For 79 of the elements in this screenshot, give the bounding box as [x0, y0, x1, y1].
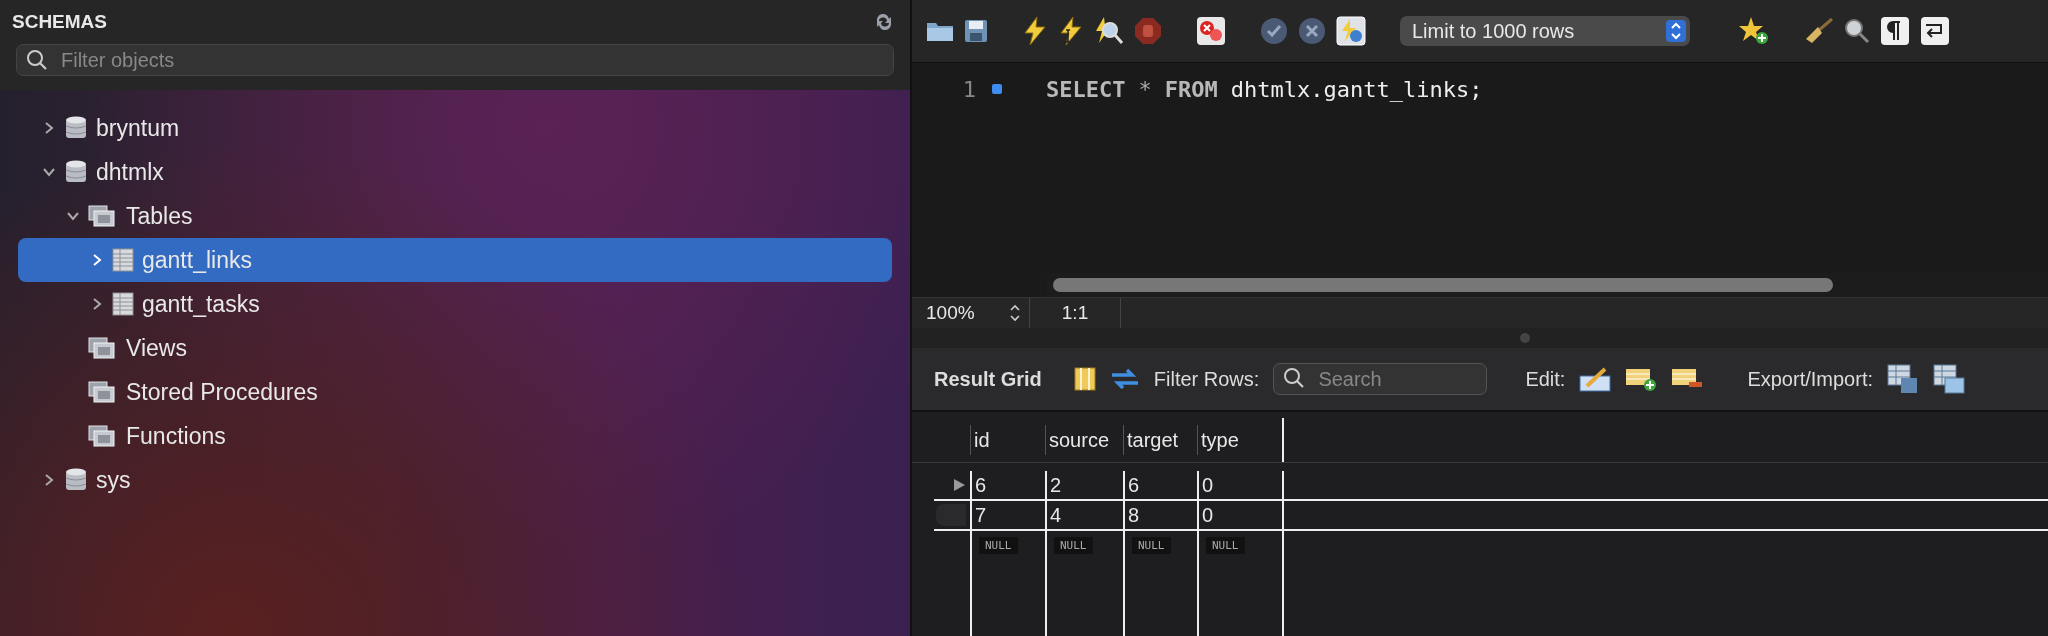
column-header[interactable]: type	[1197, 425, 1282, 455]
filter-field[interactable]: Filter objects	[16, 44, 894, 76]
code-line: SELECT * FROM dhtmlx.gantt_links;	[1046, 76, 1483, 102]
broom-icon[interactable]	[1804, 17, 1834, 45]
wrap-icon[interactable]	[1920, 16, 1950, 46]
tree-item-label: sys	[96, 466, 131, 494]
columns-icon[interactable]	[1073, 367, 1096, 391]
result-grid-tab[interactable]: Result Grid	[934, 367, 1042, 391]
add-row-icon[interactable]	[1625, 366, 1658, 392]
tree-item-label: bryntum	[96, 114, 180, 142]
refresh-icon[interactable]	[874, 14, 894, 30]
lightning-icon[interactable]	[1022, 16, 1048, 46]
column-header[interactable]: target	[1123, 425, 1197, 455]
folder-stack-icon	[88, 424, 118, 448]
column-header[interactable]: source	[1045, 425, 1123, 455]
tree-item[interactable]: sys	[18, 458, 892, 502]
tree-item[interactable]: gantt_tasks	[18, 282, 892, 326]
null-tag: NULL	[979, 536, 1018, 554]
database-icon	[64, 159, 88, 185]
tree-item[interactable]: Tables	[18, 194, 892, 238]
table-cell: 0	[1197, 471, 1282, 499]
tree-item-label: gantt_links	[142, 246, 252, 274]
splitter-handle[interactable]	[1520, 333, 1530, 343]
null-tag: NULL	[1132, 536, 1171, 554]
tree-item-label: Stored Procedures	[126, 378, 318, 406]
check-circle-icon[interactable]	[1260, 17, 1288, 45]
refresh-icon[interactable]	[1109, 367, 1140, 391]
folder-stack-icon	[88, 204, 118, 228]
stop-hand-icon[interactable]	[1134, 17, 1162, 45]
export-import-label: Export/Import:	[1747, 367, 1873, 391]
table-icon	[112, 292, 134, 316]
tree-item-label: Views	[126, 334, 187, 362]
lightning-magnifier-icon[interactable]	[1094, 16, 1124, 46]
table-cell: 7	[970, 501, 1045, 529]
stepper-icon	[1009, 303, 1021, 323]
tree-item[interactable]: dhtmlx	[18, 150, 892, 194]
database-icon	[64, 467, 88, 493]
panel-title: SCHEMAS	[12, 11, 107, 33]
table-cell: 6	[1123, 471, 1197, 499]
table-cell: 0	[1197, 501, 1282, 529]
pilcrow-icon[interactable]	[1880, 16, 1910, 46]
column-header[interactable]: id	[970, 425, 1045, 455]
filter-rows-label: Filter Rows:	[1153, 367, 1260, 391]
lightning-cursor-icon[interactable]	[1058, 16, 1084, 46]
cancel-circle-icon[interactable]	[1298, 17, 1326, 45]
folder-stack-icon	[88, 380, 118, 404]
null-tag: NULL	[1206, 536, 1245, 554]
tree-item-label: Functions	[126, 422, 226, 450]
scrollbar-thumb[interactable]	[1053, 278, 1833, 292]
tree-item[interactable]: bryntum	[18, 106, 892, 150]
save-icon[interactable]	[964, 19, 988, 43]
tree-item[interactable]: gantt_links	[18, 238, 892, 282]
tree-item-label: Tables	[126, 202, 193, 230]
stepper-icon	[1666, 20, 1686, 42]
line-number: 1	[961, 76, 976, 102]
error-stop-icon[interactable]	[1196, 16, 1226, 46]
star-add-icon[interactable]	[1738, 16, 1770, 46]
null-tag: NULL	[1054, 536, 1093, 554]
search-icon[interactable]	[1844, 18, 1870, 44]
table-cell: 8	[1123, 501, 1197, 529]
statement-marker-icon	[992, 84, 1002, 94]
table-cell: 6	[970, 471, 1045, 499]
import-icon[interactable]	[1933, 364, 1965, 394]
folder-stack-icon	[88, 336, 118, 360]
tree-item[interactable]: Stored Procedures	[18, 370, 892, 414]
table-icon	[112, 248, 134, 272]
limit-select[interactable]: Limit to 1000 rows	[1400, 16, 1690, 46]
pencil-edit-icon[interactable]	[1579, 366, 1612, 392]
edit-label: Edit:	[1525, 367, 1566, 391]
tree-item-label: dhtmlx	[96, 158, 164, 186]
table-cell: 2	[1045, 471, 1123, 499]
tree-item[interactable]: Functions	[18, 414, 892, 458]
export-icon[interactable]	[1887, 364, 1919, 394]
table-cell: 4	[1045, 501, 1123, 529]
tree-item-label: gantt_tasks	[142, 290, 260, 318]
tree-item[interactable]: Views	[18, 326, 892, 370]
database-icon	[64, 115, 88, 141]
autocommit-icon[interactable]	[1336, 16, 1366, 46]
search-field[interactable]: Search	[1273, 363, 1488, 395]
